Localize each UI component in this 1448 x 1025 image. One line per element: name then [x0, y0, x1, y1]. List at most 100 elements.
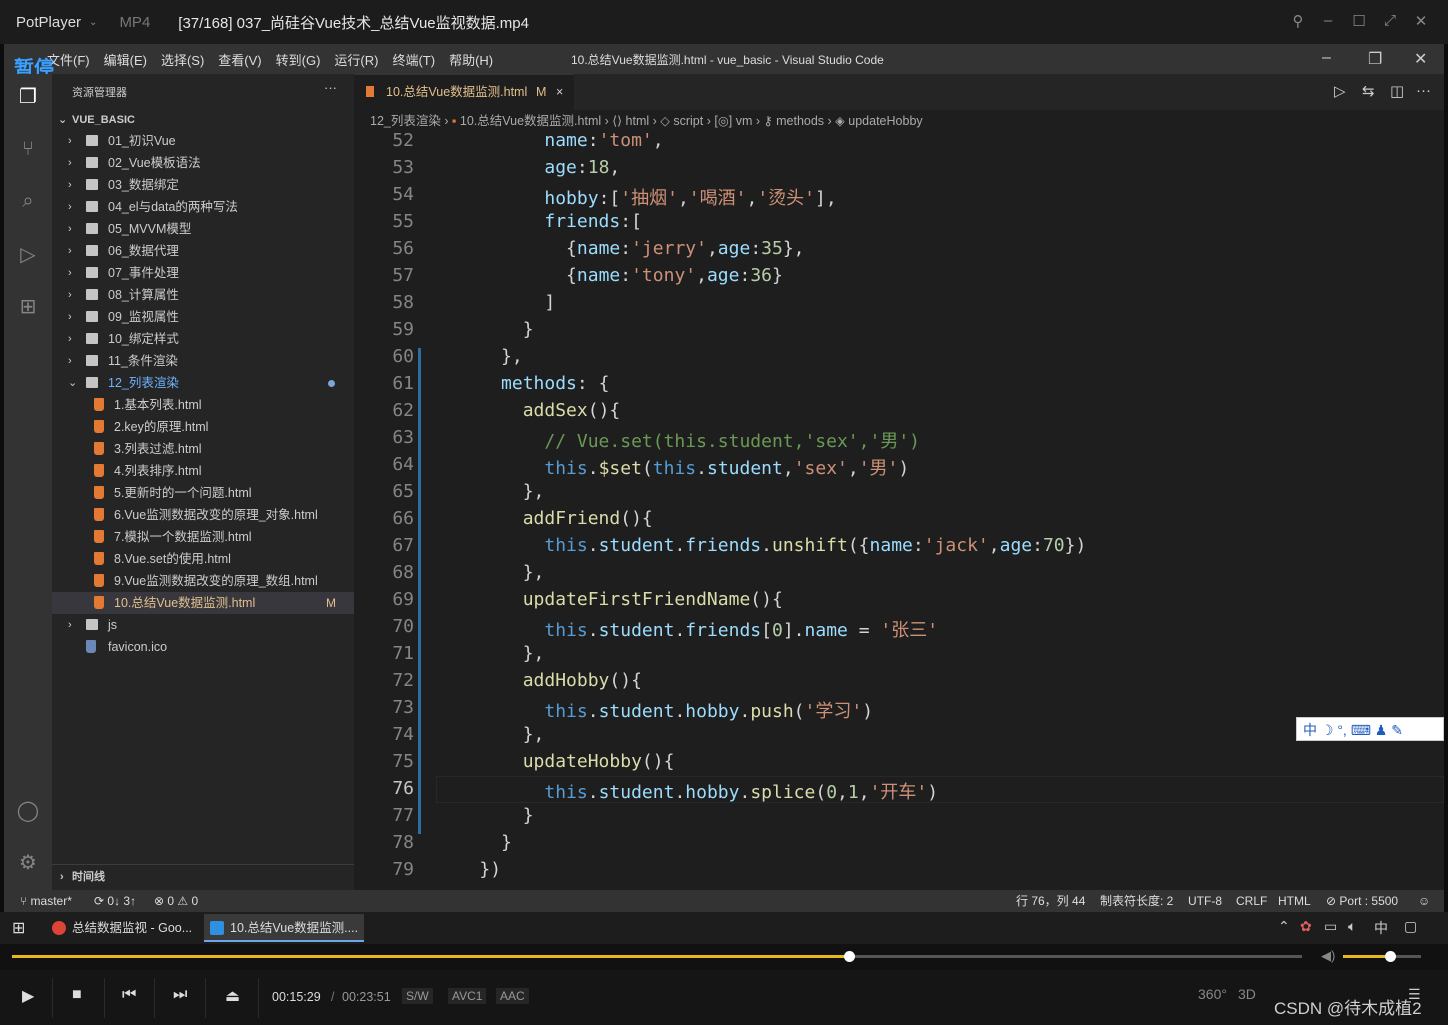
vscode-restore-button[interactable]: ❐: [1368, 49, 1382, 69]
more-actions-icon[interactable]: ···: [1416, 82, 1431, 99]
volume-handle[interactable]: [1384, 951, 1396, 962]
tree-file[interactable]: 7.模拟一个数据监测.html: [52, 526, 354, 548]
maximize-button[interactable]: ☐: [1349, 12, 1369, 30]
volume-icon[interactable]: 🔈︎: [1348, 918, 1356, 935]
audio-codec-badge[interactable]: AAC: [496, 988, 529, 1004]
code-line[interactable]: addSex(){: [436, 400, 621, 421]
breadcrumb-updateHobby[interactable]: updateHobby: [848, 114, 922, 128]
notification-icon[interactable]: ▢: [1404, 918, 1417, 935]
code-line[interactable]: },: [436, 562, 545, 583]
code-line[interactable]: this.student.friends.unshift({name:'jack…: [436, 535, 1086, 556]
account-icon[interactable]: ◯: [16, 798, 40, 822]
tree-folder[interactable]: › js: [52, 614, 354, 636]
code-line[interactable]: },: [436, 346, 523, 367]
app-tray-icon[interactable]: ✿: [1300, 918, 1312, 935]
language-mode[interactable]: HTML: [1278, 890, 1311, 912]
breadcrumb-file[interactable]: 10.总结Vue数据监测.html: [460, 114, 601, 128]
play-button[interactable]: ▶: [22, 986, 34, 1006]
more-actions-icon[interactable]: ···: [324, 80, 337, 95]
vscode-minimize-button[interactable]: –: [1322, 49, 1331, 67]
code-line[interactable]: {name:'jerry',age:35},: [436, 238, 804, 259]
explorer-icon[interactable]: ❐: [16, 84, 40, 108]
breadcrumb-html[interactable]: html: [626, 114, 650, 128]
code-line[interactable]: name:'tom',: [436, 132, 663, 151]
tree-file[interactable]: 6.Vue监测数据改变的原理_对象.html: [52, 504, 354, 526]
menu-go[interactable]: 转到(G): [269, 50, 328, 69]
next-button[interactable]: ⏭︎: [173, 986, 187, 1004]
vscode-close-button[interactable]: ✕: [1414, 49, 1427, 69]
breadcrumb-folder[interactable]: 12_列表渲染: [354, 114, 441, 128]
sync-status[interactable]: ⟳ 0↓ 3↑: [94, 890, 136, 912]
fullscreen-button[interactable]: ⤢: [1380, 12, 1400, 29]
tree-file[interactable]: 5.更新时的一个问题.html: [52, 482, 354, 504]
previous-button[interactable]: ⏮︎: [122, 986, 136, 1004]
menu-run[interactable]: 运行(R): [327, 50, 385, 69]
ime-indicator[interactable]: 中: [1374, 918, 1388, 938]
menu-help[interactable]: 帮助(H): [442, 50, 500, 69]
breadcrumb-vm[interactable]: vm: [736, 114, 753, 128]
seek-bar-handle[interactable]: [844, 951, 856, 962]
close-icon[interactable]: ×: [556, 75, 563, 109]
speaker-icon[interactable]: ◀): [1321, 948, 1335, 964]
code-line[interactable]: // Vue.set(this.student,'sex','男'): [436, 427, 920, 453]
extensions-icon[interactable]: ⊞: [16, 294, 40, 318]
tree-folder[interactable]: › 09_监视属性: [52, 306, 354, 328]
compare-icon[interactable]: ⇆: [1362, 82, 1375, 100]
chevron-up-icon[interactable]: ⌃: [1278, 918, 1290, 935]
encoding[interactable]: UTF-8: [1188, 890, 1222, 912]
run-icon[interactable]: ▷: [1334, 82, 1346, 100]
search-icon[interactable]: ⌕: [16, 190, 40, 214]
code-line[interactable]: hobby:['抽烟','喝酒','烫头'],: [436, 184, 836, 210]
tree-folder[interactable]: › 10_绑定样式: [52, 328, 354, 350]
code-line[interactable]: }: [436, 319, 534, 340]
timeline-section[interactable]: › 时间线: [52, 864, 354, 888]
code-line[interactable]: methods: {: [436, 373, 609, 394]
workspace-root[interactable]: ⌄ VUE_BASIC: [52, 110, 354, 130]
tree-folder[interactable]: › 01_初识Vue: [52, 130, 354, 152]
chevron-down-icon[interactable]: ⌄: [89, 17, 97, 28]
split-editor-icon[interactable]: ◫: [1390, 82, 1404, 100]
menu-selection[interactable]: 选择(S): [154, 50, 211, 69]
code-line[interactable]: }: [436, 832, 512, 853]
tree-file[interactable]: favicon.ico: [52, 636, 354, 658]
code-line[interactable]: addFriend(){: [436, 508, 653, 529]
code-line[interactable]: ]: [436, 292, 555, 313]
taskbar-chrome[interactable]: 总结数据监视 - Goo...: [46, 914, 196, 942]
tree-folder[interactable]: › 02_Vue模板语法: [52, 152, 354, 174]
code-line[interactable]: addHobby(){: [436, 670, 642, 691]
code-line[interactable]: updateFirstFriendName(){: [436, 589, 783, 610]
code-line[interactable]: },: [436, 724, 545, 745]
close-button[interactable]: ✕: [1411, 12, 1431, 30]
tree-file[interactable]: 1.基本列表.html: [52, 394, 354, 416]
gear-icon[interactable]: ⚙: [16, 850, 40, 874]
feedback-icon[interactable]: ☺: [1418, 890, 1430, 912]
tree-file[interactable]: 10.总结Vue数据监测.html M: [52, 592, 354, 614]
code-editor[interactable]: 52 name:'tom', 53 age:18, 54 hobby:['抽烟','…: [354, 132, 1444, 890]
seek-bar[interactable]: [12, 951, 1302, 962]
tab-active-file[interactable]: 10.总结Vue数据监测.html M ×: [354, 74, 574, 110]
menu-view[interactable]: 查看(V): [211, 50, 268, 69]
tree-file[interactable]: 8.Vue.set的使用.html: [52, 548, 354, 570]
tab-size[interactable]: 制表符长度: 2: [1100, 890, 1173, 912]
tree-file[interactable]: 3.列表过滤.html: [52, 438, 354, 460]
tree-folder[interactable]: › 04_el与data的两种写法: [52, 196, 354, 218]
tree-file[interactable]: 9.Vue监测数据改变的原理_数组.html: [52, 570, 354, 592]
tree-folder[interactable]: ⌄ 12_列表渲染: [52, 372, 354, 394]
code-line[interactable]: this.student.friends[0].name = '张三': [436, 616, 938, 642]
ime-toolbar[interactable]: 中 ☽ °, ⌨ ♟ ✎: [1296, 717, 1444, 741]
code-line[interactable]: },: [436, 481, 545, 502]
code-line[interactable]: }): [436, 859, 501, 880]
live-server-port[interactable]: ⊘ Port : 5500: [1326, 890, 1398, 912]
taskbar-vscode[interactable]: 10.总结Vue数据监测....: [204, 914, 364, 942]
run-debug-icon[interactable]: ▷: [16, 242, 40, 266]
windows-start-icon[interactable]: ⊞: [12, 918, 25, 938]
tree-folder[interactable]: › 07_事件处理: [52, 262, 354, 284]
cursor-position[interactable]: 行 76，列 44: [1016, 890, 1085, 912]
eject-button[interactable]: ⏏︎: [225, 986, 240, 1006]
code-line[interactable]: {name:'tony',age:36}: [436, 265, 783, 286]
code-line[interactable]: }: [436, 805, 534, 826]
pin-icon[interactable]: ⚲: [1288, 12, 1308, 30]
vr360-button[interactable]: 360°: [1198, 986, 1227, 1002]
menu-terminal[interactable]: 终端(T): [385, 50, 442, 69]
code-line[interactable]: this.$set(this.student,'sex','男'): [436, 454, 909, 480]
